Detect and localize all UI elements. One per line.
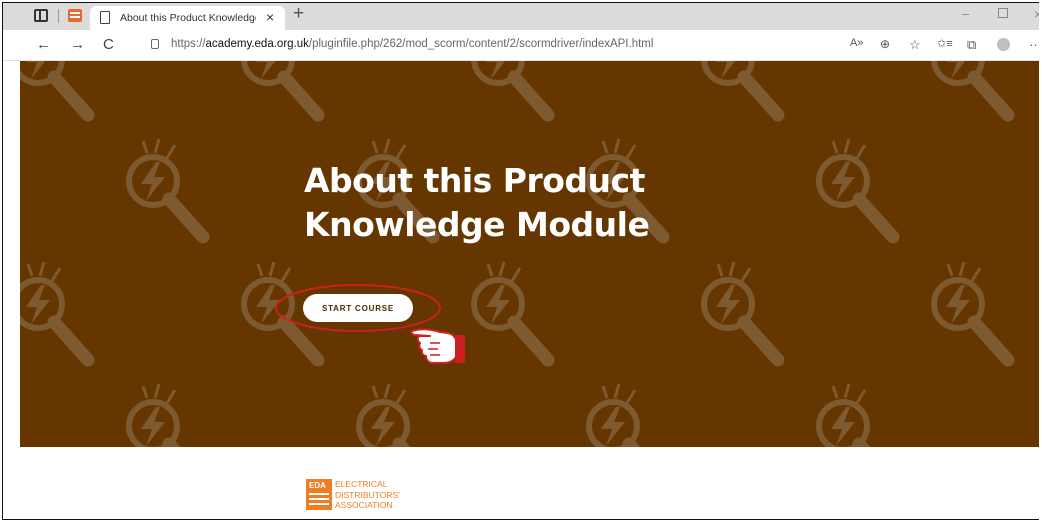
logo-mark-text: EDA bbox=[309, 481, 326, 490]
zoom-icon[interactable]: ⊕ bbox=[880, 37, 890, 51]
favorite-icon[interactable]: ☆ bbox=[909, 37, 921, 53]
magnifier-bolt-icon bbox=[816, 138, 900, 244]
title-line-1: About this Product bbox=[304, 161, 645, 200]
lock-icon[interactable] bbox=[151, 39, 159, 49]
page-title: About this Product Knowledge Module bbox=[304, 159, 724, 247]
maximize-icon[interactable] bbox=[998, 8, 1008, 18]
magnifier-bolt-icon bbox=[931, 61, 1015, 122]
tab-title: About this Product Knowledge M bbox=[120, 12, 256, 24]
magnifier-bolt-icon bbox=[241, 61, 325, 122]
url-prefix: https:// bbox=[171, 38, 206, 50]
magnifier-bolt-icon bbox=[471, 61, 555, 122]
magnifier-bolt-icon bbox=[586, 383, 641, 447]
logo-line-2: DISTRIBUTORS' bbox=[335, 489, 400, 500]
tab-bar: About this Product Knowledge M × + – × bbox=[3, 3, 1039, 30]
magnifier-bolt-icon bbox=[931, 261, 1015, 367]
magnifier-bolt-icon bbox=[20, 261, 95, 367]
app-icon[interactable] bbox=[68, 9, 82, 22]
magnifier-bolt-icon bbox=[471, 261, 555, 367]
hand-pointer-icon bbox=[410, 328, 465, 364]
read-aloud-icon[interactable]: A» bbox=[850, 37, 863, 49]
title-line-2: Knowledge Module bbox=[304, 205, 650, 244]
logo-wordmark: ELECTRICAL DISTRIBUTORS' ASSOCIATION bbox=[335, 479, 400, 511]
logo-line-1: ELECTRICAL bbox=[335, 479, 388, 489]
magnifier-bolt-icon bbox=[701, 261, 785, 367]
magnifier-bolt-icon bbox=[126, 138, 210, 244]
tab-close-icon[interactable]: × bbox=[266, 9, 274, 25]
collections-icon[interactable]: ⧉ bbox=[967, 37, 976, 53]
start-course-button[interactable]: START COURSE bbox=[303, 294, 413, 322]
forward-icon[interactable]: → bbox=[70, 36, 85, 53]
magnifier-bolt-icon bbox=[20, 61, 95, 122]
reload-icon[interactable]: C bbox=[103, 36, 114, 53]
url-host: academy.eda.org.uk bbox=[205, 38, 309, 50]
eda-logo: EDA ELECTRICAL DISTRIBUTORS' ASSOCIATION bbox=[306, 479, 406, 511]
eda-logo-mark: EDA bbox=[306, 479, 332, 510]
profile-avatar[interactable] bbox=[997, 38, 1010, 51]
logo-line-3: ASSOCIATION bbox=[335, 500, 393, 510]
url-field[interactable]: https://academy.eda.org.uk/pluginfile.ph… bbox=[171, 38, 653, 50]
magnifier-bolt-icon bbox=[356, 383, 411, 447]
new-tab-icon[interactable]: + bbox=[293, 3, 304, 25]
back-icon[interactable]: ← bbox=[36, 36, 51, 53]
sidebar-toggle-icon[interactable] bbox=[34, 9, 48, 22]
screenshot-frame: About this Product Knowledge M × + – × ←… bbox=[2, 2, 1039, 520]
magnifier-bolt-icon bbox=[701, 61, 785, 122]
minimize-icon[interactable]: – bbox=[962, 6, 969, 21]
address-bar: ← → C https://academy.eda.org.uk/pluginf… bbox=[3, 30, 1039, 61]
url-path: /pluginfile.php/262/mod_scorm/content/2/… bbox=[308, 38, 654, 50]
magnifier-bolt-icon bbox=[816, 383, 871, 447]
divider bbox=[58, 9, 59, 23]
more-icon[interactable]: … bbox=[1029, 34, 1039, 49]
hero-banner: About this Product Knowledge Module STAR… bbox=[20, 61, 1039, 447]
page-icon bbox=[100, 11, 110, 24]
close-window-icon[interactable]: × bbox=[1034, 6, 1039, 22]
background-pattern bbox=[20, 61, 1015, 447]
browser-tab[interactable]: About this Product Knowledge M × bbox=[90, 6, 285, 30]
favorites-icon[interactable]: ✩≡ bbox=[937, 37, 953, 50]
magnifier-bolt-icon bbox=[126, 383, 181, 447]
